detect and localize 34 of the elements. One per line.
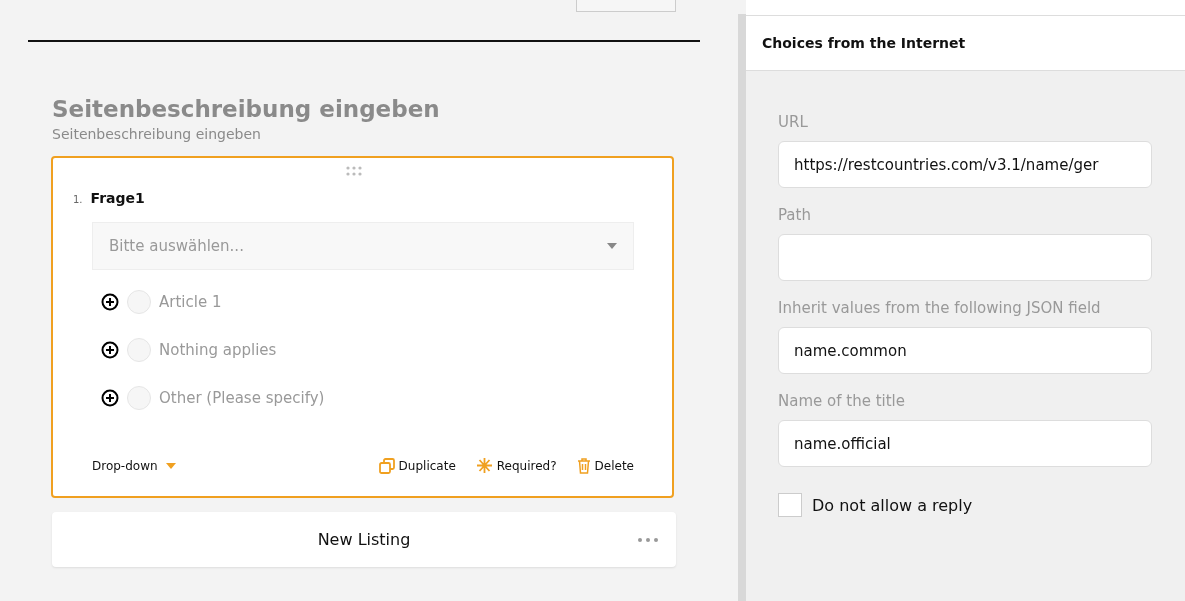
page-description: Seitenbeschreibung eingeben bbox=[52, 126, 262, 142]
caret-icon bbox=[165, 462, 176, 469]
question-number: 1. bbox=[73, 194, 83, 205]
duplicate-button[interactable]: Duplicate bbox=[378, 457, 456, 474]
field-label: URL bbox=[778, 113, 809, 131]
radio-button[interactable] bbox=[127, 290, 151, 314]
add-icon[interactable] bbox=[101, 293, 119, 311]
field-label: Inherit values from the following JSON field bbox=[778, 299, 1102, 317]
delete-button[interactable]: Delete bbox=[576, 457, 634, 474]
field-label: Path bbox=[778, 206, 812, 224]
caret-icon bbox=[607, 243, 617, 249]
page-title: Seitenbeschreibung eingeben bbox=[52, 96, 441, 122]
question-type-button[interactable]: Drop-down bbox=[92, 458, 176, 473]
input-field[interactable]: name.official bbox=[778, 420, 1152, 467]
input-field[interactable]: name.common bbox=[778, 327, 1152, 374]
copy-icon bbox=[378, 457, 395, 474]
field-label: Name of the title bbox=[778, 392, 906, 410]
radio-button[interactable] bbox=[127, 386, 151, 410]
add-icon[interactable] bbox=[101, 389, 119, 407]
panel-title: Choices from the Internet bbox=[746, 16, 1185, 71]
more-icon[interactable] bbox=[638, 538, 658, 542]
asterisk-icon bbox=[475, 457, 493, 474]
checkbox-label[interactable]: Do not allow a reply bbox=[812, 495, 973, 515]
question-title[interactable]: Frage1 bbox=[90, 190, 145, 206]
radio-button[interactable] bbox=[127, 338, 151, 362]
scrollbar[interactable] bbox=[738, 14, 746, 601]
new-listing-button[interactable]: New Listing bbox=[52, 512, 676, 567]
input-field[interactable] bbox=[778, 234, 1152, 281]
checkbox[interactable] bbox=[778, 493, 802, 517]
required-button[interactable]: Required? bbox=[475, 457, 557, 474]
drag-handle-icon[interactable] bbox=[345, 166, 362, 176]
add-icon[interactable] bbox=[101, 341, 119, 359]
input-field[interactable]: https://restcountries.com/v3.1/name/ger bbox=[778, 141, 1152, 188]
trash-icon bbox=[576, 457, 591, 474]
